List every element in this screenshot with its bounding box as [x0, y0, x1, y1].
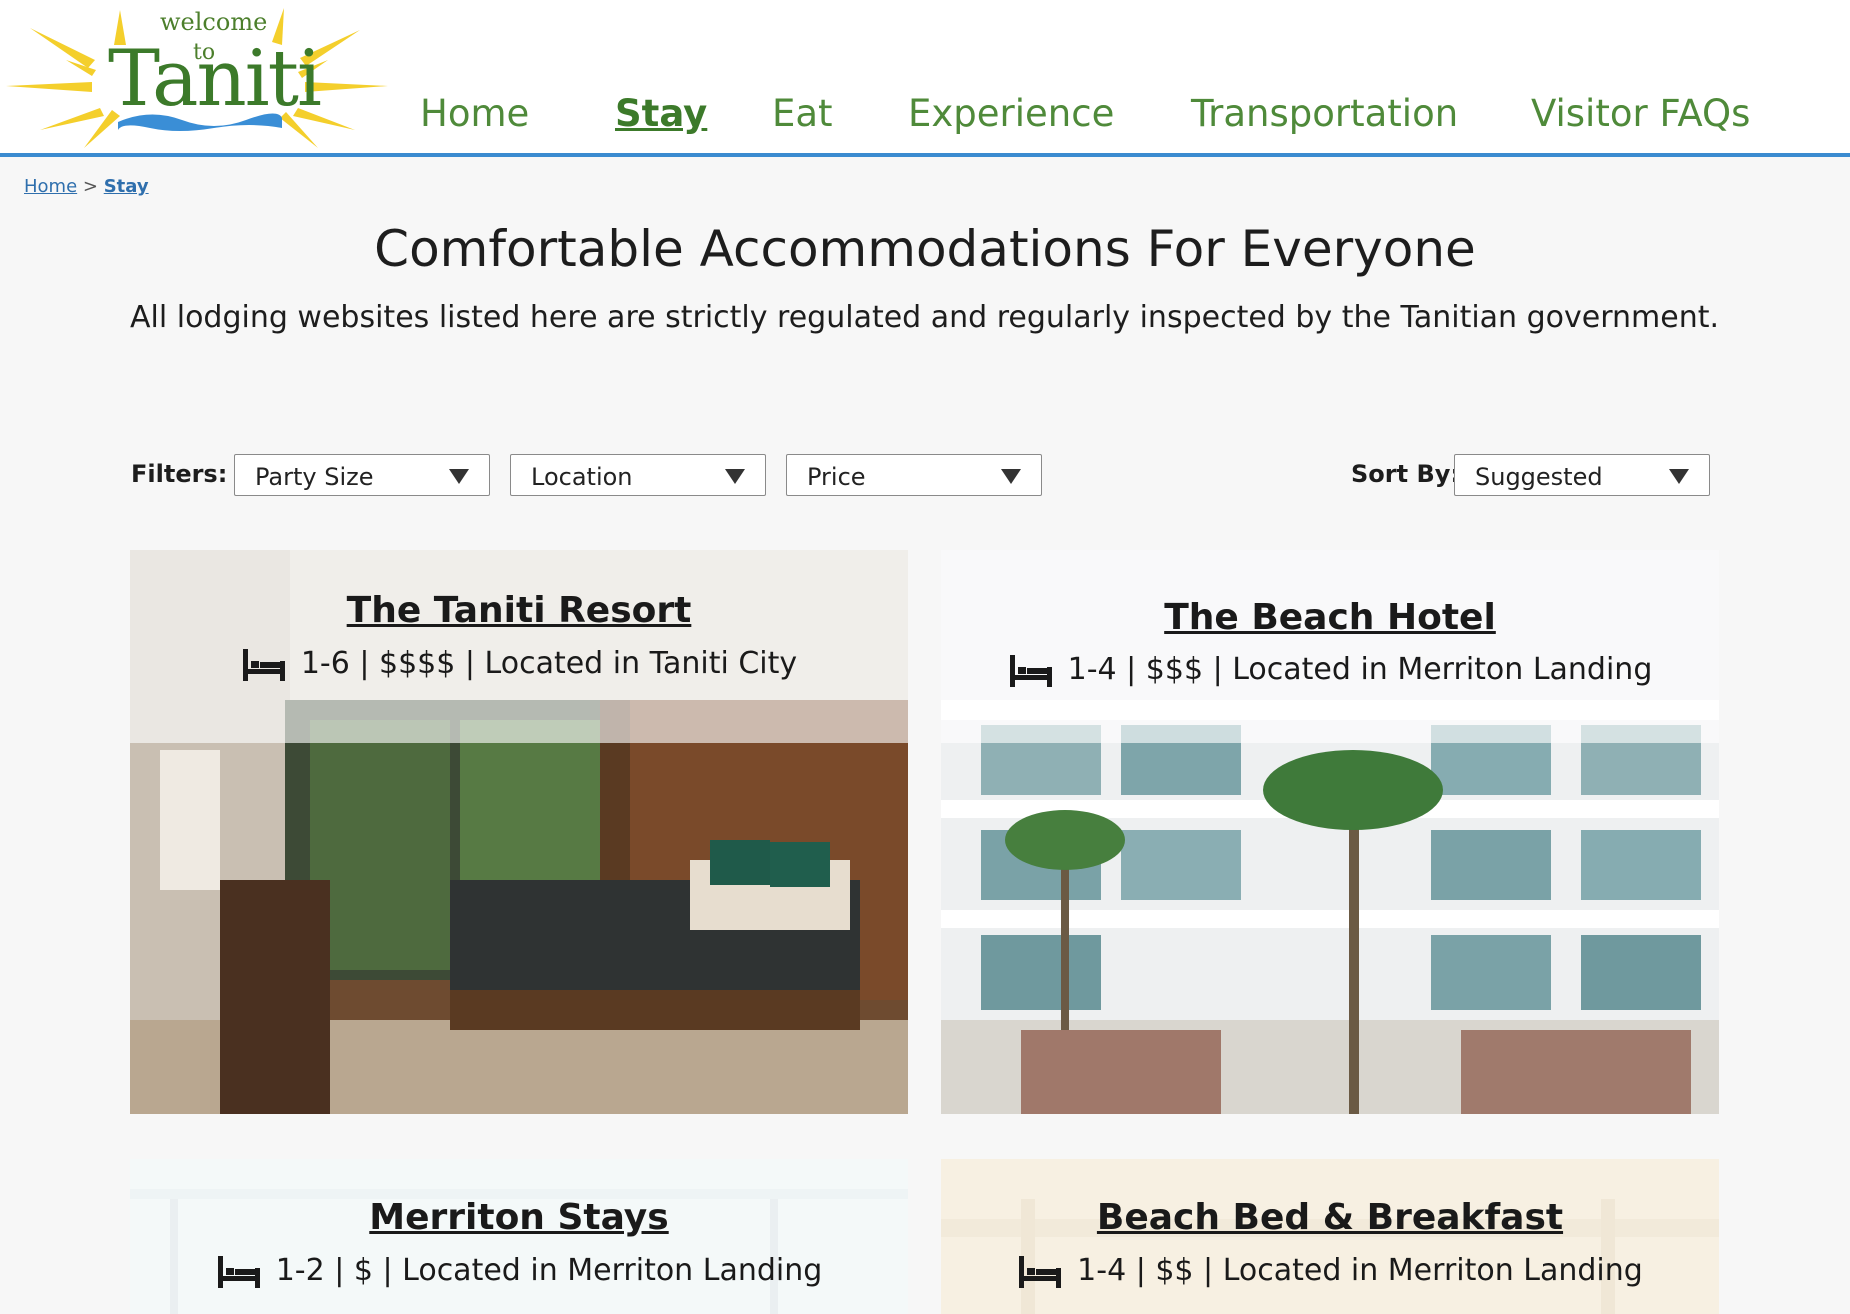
listing-title-link[interactable]: The Taniti Resort	[130, 590, 908, 631]
nav-visitor-faqs[interactable]: Visitor FAQs	[1531, 92, 1750, 135]
site-header: welcome to Taniti Home Stay Eat Experien…	[0, 0, 1850, 157]
sort-label: Sort By:	[1351, 460, 1460, 488]
chevron-down-icon	[725, 469, 745, 484]
listing-details-text: 1-2 | $ | Located in Merriton Landing	[275, 1253, 823, 1288]
breadcrumb-current-link[interactable]: Stay	[104, 176, 149, 197]
breadcrumb: Home > Stay	[24, 176, 149, 197]
listing-card[interactable]: Merriton Stays 1-2 | $ | Located in Merr…	[130, 1159, 908, 1314]
location-select-value: Location	[531, 463, 633, 491]
bed-icon	[1009, 654, 1052, 687]
listing-overlay	[941, 550, 1719, 743]
listing-card[interactable]: Beach Bed & Breakfast 1-4 | $$ | Located…	[941, 1159, 1719, 1314]
bed-icon	[1019, 1255, 1062, 1288]
price-select-value: Price	[807, 463, 866, 491]
breadcrumb-separator: >	[82, 176, 98, 197]
filters-label: Filters:	[131, 460, 228, 488]
bed-icon	[242, 648, 285, 681]
listing-title-link[interactable]: Merriton Stays	[130, 1197, 908, 1238]
listing-title-link[interactable]: The Beach Hotel	[941, 597, 1719, 638]
nav-transportation[interactable]: Transportation	[1191, 92, 1458, 135]
listing-details-text: 1-4 | $$$ | Located in Merriton Landing	[1067, 652, 1653, 687]
nav-eat[interactable]: Eat	[772, 92, 833, 135]
nav-home[interactable]: Home	[420, 92, 529, 135]
party-size-select[interactable]: Party Size	[234, 454, 490, 496]
nav-stay[interactable]: Stay	[615, 92, 707, 135]
nav-experience[interactable]: Experience	[908, 92, 1114, 135]
logo-welcome-text: welcome	[160, 8, 268, 36]
site-logo[interactable]: welcome to Taniti	[0, 0, 400, 153]
party-size-select-value: Party Size	[255, 463, 374, 491]
listing-title-link[interactable]: Beach Bed & Breakfast	[941, 1197, 1719, 1238]
page-subtitle: All lodging websites listed here are str…	[130, 300, 1720, 335]
chevron-down-icon	[449, 469, 469, 484]
listing-card[interactable]: The Taniti Resort 1-6 | $$$$ | Located i…	[130, 550, 908, 1114]
listing-details: 1-4 | $$ | Located in Merriton Landing	[941, 1253, 1719, 1290]
listing-details: 1-6 | $$$$ | Located in Taniti City	[130, 646, 908, 683]
bed-icon	[217, 1255, 260, 1288]
listing-details-text: 1-4 | $$ | Located in Merriton Landing	[1077, 1253, 1643, 1288]
listing-details: 1-4 | $$$ | Located in Merriton Landing	[941, 652, 1719, 689]
page-title: Comfortable Accommodations For Everyone	[374, 220, 1476, 278]
chevron-down-icon	[1669, 469, 1689, 484]
chevron-down-icon	[1001, 469, 1021, 484]
sort-select-value: Suggested	[1475, 463, 1603, 491]
listing-card[interactable]: The Beach Hotel 1-4 | $$$ | Located in M…	[941, 550, 1719, 1114]
location-select[interactable]: Location	[510, 454, 766, 496]
price-select[interactable]: Price	[786, 454, 1042, 496]
breadcrumb-home-link[interactable]: Home	[24, 176, 77, 197]
listing-details-text: 1-6 | $$$$ | Located in Taniti City	[300, 646, 798, 681]
listing-details: 1-2 | $ | Located in Merriton Landing	[130, 1253, 908, 1290]
sort-select[interactable]: Suggested	[1454, 454, 1710, 496]
logo-name-text: Taniti	[108, 34, 322, 124]
